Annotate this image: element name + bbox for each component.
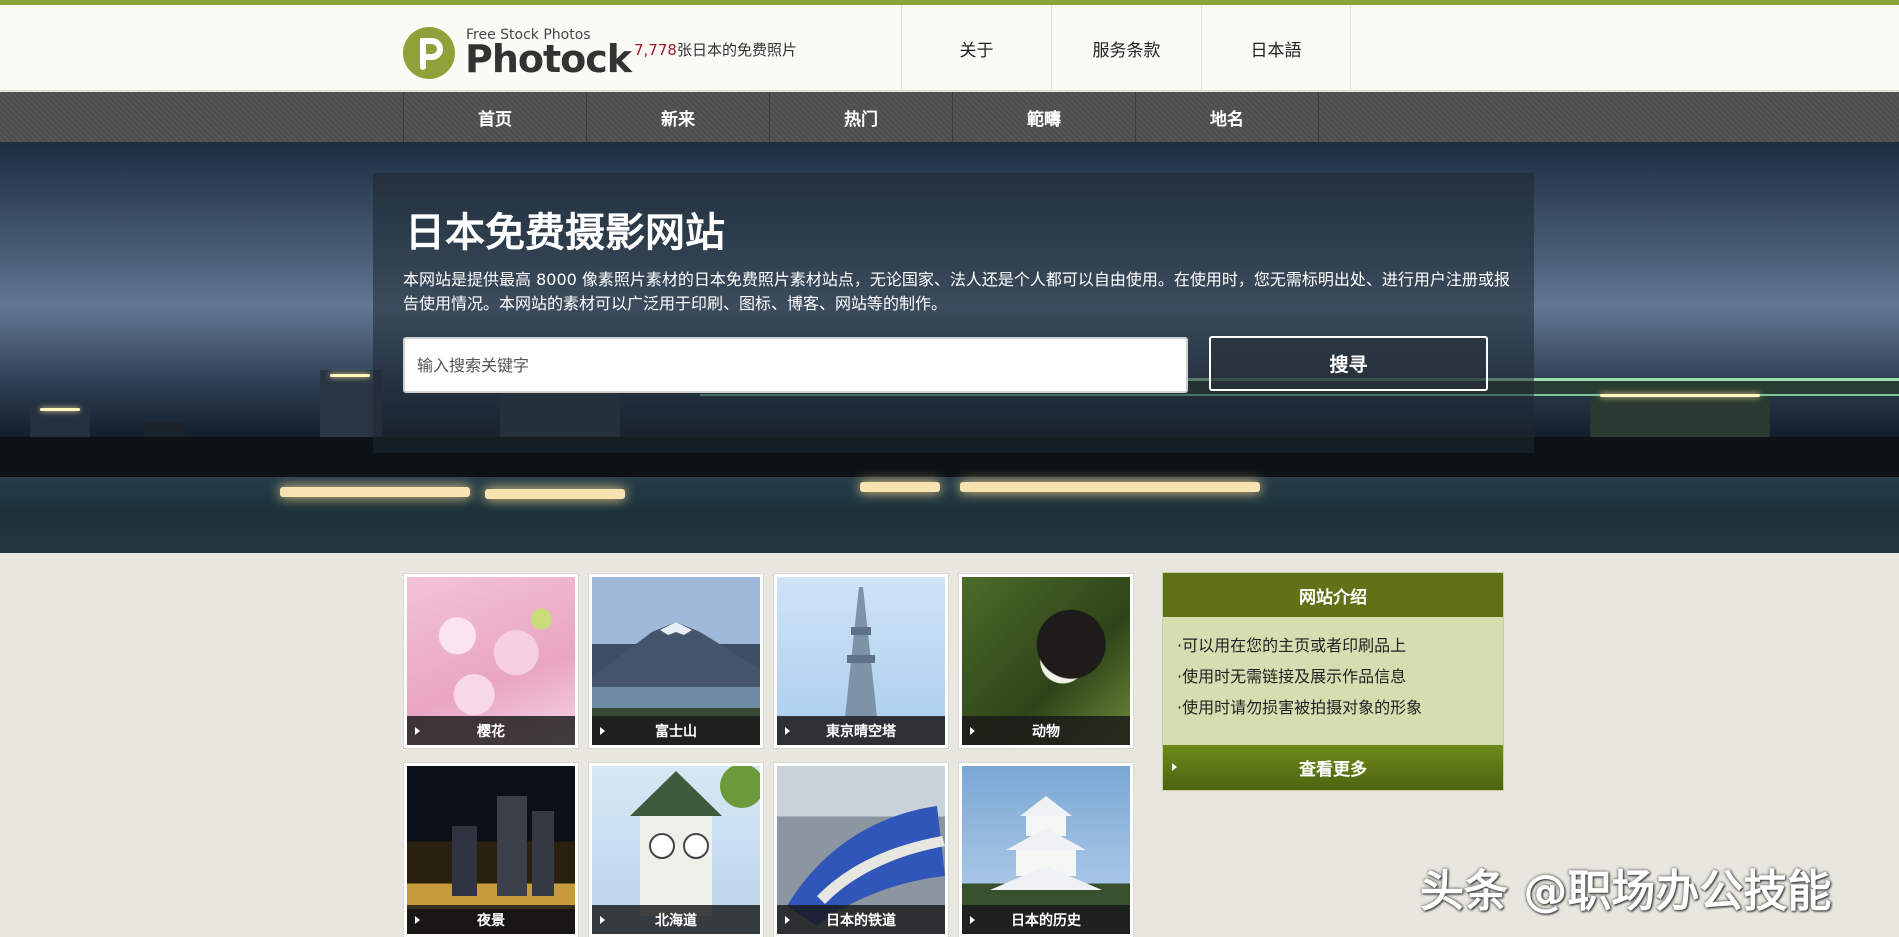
category-label: 樱花 <box>477 723 505 740</box>
nav-places[interactable]: 地名 <box>1136 92 1319 142</box>
site-intro-list: ·可以用在您的主页或者印刷品上 ·使用时无需链接及展示作品信息 ·使用时请勿损害… <box>1177 636 1422 729</box>
category-label: 夜景 <box>477 912 505 929</box>
list-item: ·使用时请勿损害被拍摄对象的形象 <box>1177 698 1423 717</box>
category-caption: 日本的铁道 <box>777 905 945 934</box>
category-caption: 动物 <box>962 716 1130 745</box>
caret-right-icon <box>415 916 420 924</box>
nav-categories[interactable]: 範疇 <box>953 92 1136 142</box>
category-caption: 日本的历史 <box>962 905 1130 934</box>
category-tile-fuji[interactable]: 富士山 <box>588 573 764 749</box>
view-more-label: 查看更多 <box>1299 760 1367 780</box>
view-more-button[interactable]: 查看更多 <box>1163 745 1503 790</box>
caret-right-icon <box>600 727 605 735</box>
list-item: ·可以用在您的主页或者印刷品上 <box>1177 636 1407 655</box>
nav-home[interactable]: 首页 <box>404 92 587 142</box>
category-tile-hokkaido[interactable]: 北海道 <box>588 762 764 937</box>
category-caption: 樱花 <box>407 716 575 745</box>
category-label: 富士山 <box>655 723 697 740</box>
logo-p-icon <box>403 27 455 79</box>
photo-count-suffix: 张日本的免费照片 <box>676 41 797 59</box>
caret-right-icon <box>970 916 975 924</box>
watermark: 头条 @职场办公技能 <box>1420 866 1832 917</box>
category-tile-history[interactable]: 日本的历史 <box>958 762 1134 937</box>
site-header: Free Stock Photos Photock 7,778张日本的免费照片 … <box>0 5 1899 91</box>
category-caption: 東京晴空塔 <box>777 716 945 745</box>
category-tile-railway[interactable]: 日本的铁道 <box>773 762 949 937</box>
category-caption: 富士山 <box>592 716 760 745</box>
hero-description: 本网站是提供最高 8000 像素照片素材的日本免费照片素材站点，无论国家、法人还… <box>403 270 1510 313</box>
header-nav: 关于 服务条款 日本語 <box>901 5 1351 91</box>
category-tile-night[interactable]: 夜景 <box>403 762 579 937</box>
caret-right-icon <box>970 727 975 735</box>
category-label: 日本的历史 <box>1011 912 1081 929</box>
hero-title: 日本免费摄影网站 <box>405 210 725 256</box>
category-tile-sakura[interactable]: 樱花 <box>403 573 579 749</box>
caret-right-icon <box>785 727 790 735</box>
header-nav-terms[interactable]: 服务条款 <box>1051 5 1201 91</box>
photo-count: 7,778张日本的免费照片 <box>634 39 797 60</box>
category-label: 动物 <box>1032 723 1060 740</box>
search-button[interactable]: 搜寻 <box>1209 336 1488 391</box>
caret-right-icon <box>600 916 605 924</box>
logo-name: Photock <box>465 37 632 81</box>
main-nav: 首页 新来 热门 範疇 地名 <box>0 92 1899 142</box>
nav-popular[interactable]: 热门 <box>770 92 953 142</box>
category-tile-animals[interactable]: 动物 <box>958 573 1134 749</box>
caret-right-icon <box>1172 763 1177 771</box>
caret-right-icon <box>415 727 420 735</box>
caret-right-icon <box>785 916 790 924</box>
logo[interactable]: Free Stock Photos Photock <box>403 23 632 83</box>
nav-new[interactable]: 新来 <box>587 92 770 142</box>
header-nav-about[interactable]: 关于 <box>901 5 1051 91</box>
site-intro-title: 网站介绍 <box>1163 573 1503 617</box>
category-label: 日本的铁道 <box>826 912 896 929</box>
category-label: 東京晴空塔 <box>826 723 896 740</box>
site-intro-panel: 网站介绍 ·可以用在您的主页或者印刷品上 ·使用时无需链接及展示作品信息 ·使用… <box>1162 572 1504 791</box>
category-label: 北海道 <box>655 912 697 929</box>
category-tile-skytree[interactable]: 東京晴空塔 <box>773 573 949 749</box>
photo-count-number: 7,778 <box>634 41 677 59</box>
header-nav-japanese[interactable]: 日本語 <box>1201 5 1351 91</box>
search-input[interactable] <box>403 337 1188 393</box>
category-caption: 夜景 <box>407 905 575 934</box>
list-item: ·使用时无需链接及展示作品信息 <box>1177 667 1407 686</box>
category-caption: 北海道 <box>592 905 760 934</box>
